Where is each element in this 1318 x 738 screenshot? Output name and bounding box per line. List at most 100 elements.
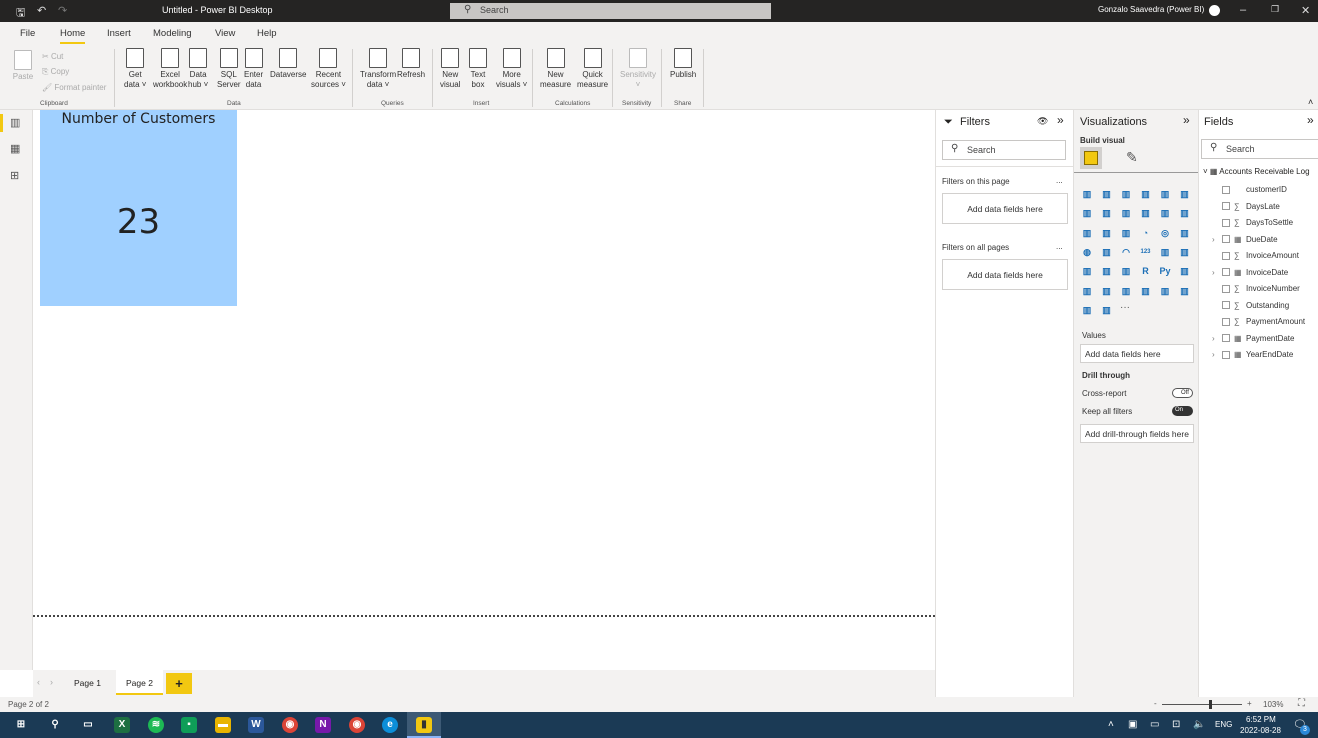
python-visual-visual-icon[interactable]: Py bbox=[1159, 265, 1171, 277]
filled-map-visual-icon[interactable]: ▥ bbox=[1101, 246, 1113, 258]
zoom-in-button[interactable]: + bbox=[1247, 699, 1252, 708]
zoom-slider[interactable] bbox=[1162, 704, 1242, 705]
word-icon[interactable]: W bbox=[248, 717, 264, 733]
chevron-right-icon[interactable]: › bbox=[1212, 348, 1222, 362]
r-visual-visual-icon[interactable]: R bbox=[1140, 265, 1152, 277]
volume-icon[interactable]: 🔈 bbox=[1193, 719, 1205, 730]
field-invoiceamount[interactable]: ∑ InvoiceAmount bbox=[1212, 249, 1299, 263]
menu-view[interactable]: View bbox=[215, 28, 235, 39]
chrome-icon[interactable]: ◉ bbox=[282, 717, 298, 733]
matrix-visual-icon[interactable]: ▥ bbox=[1120, 265, 1132, 277]
stacked-column-visual-icon[interactable]: ▥ bbox=[1101, 188, 1113, 200]
close-icon[interactable]: ✕ bbox=[1301, 4, 1310, 17]
menu-insert[interactable]: Insert bbox=[107, 28, 131, 39]
field-invoicenumber[interactable]: ∑ InvoiceNumber bbox=[1212, 282, 1300, 296]
text-box-button[interactable]: Text box bbox=[469, 48, 487, 90]
recent-button[interactable]: Recent sources ˅ bbox=[311, 48, 346, 90]
collapse-filters-icon[interactable]: » bbox=[1057, 113, 1064, 127]
quick-measure-button[interactable]: Quick measure bbox=[577, 48, 608, 90]
tray-app-icon[interactable]: ▣ bbox=[1128, 719, 1137, 730]
get-button[interactable]: Get data ˅ bbox=[124, 48, 146, 90]
decomposition-tree-visual-icon[interactable]: ▥ bbox=[1081, 285, 1093, 297]
menu-home[interactable]: Home bbox=[60, 28, 86, 44]
cut-button[interactable]: ✂ Cut bbox=[42, 52, 63, 62]
clock-time[interactable]: 6:52 PM bbox=[1246, 715, 1276, 724]
build-visual-tab[interactable] bbox=[1080, 147, 1102, 169]
paginated-visual-icon[interactable]: ▥ bbox=[1140, 285, 1152, 297]
page-tab-1[interactable]: Page 1 bbox=[64, 670, 111, 695]
shape-map-visual-icon[interactable]: ▥ bbox=[1101, 304, 1113, 316]
cross-report-toggle[interactable]: Off bbox=[1172, 388, 1193, 398]
field-paymentdate[interactable]: › ▦ PaymentDate bbox=[1212, 332, 1294, 346]
minimize-icon[interactable]: – bbox=[1240, 4, 1246, 16]
fields-search-input[interactable]: ⚲ Search bbox=[1201, 139, 1318, 159]
publish-button[interactable]: Publish bbox=[670, 48, 696, 80]
field-checkbox[interactable] bbox=[1222, 350, 1230, 359]
waterfall-visual-icon[interactable]: ▥ bbox=[1081, 227, 1093, 239]
clustered-column-visual-icon[interactable]: ▥ bbox=[1140, 188, 1152, 200]
key-influencers-visual-icon[interactable]: ▥ bbox=[1179, 265, 1191, 277]
redo-icon[interactable]: ↷ bbox=[58, 4, 67, 17]
chevron-right-icon[interactable]: › bbox=[1212, 233, 1222, 247]
report-view-icon[interactable]: ▥ bbox=[10, 118, 23, 129]
fit-to-page-icon[interactable]: ⛶ bbox=[1298, 698, 1305, 709]
undo-icon[interactable]: ↶ bbox=[37, 4, 46, 17]
excel-workbook-button[interactable]: Excel workbook bbox=[153, 48, 187, 90]
treemap-visual-icon[interactable]: ▥ bbox=[1179, 227, 1191, 239]
collapse-visualizations-icon[interactable]: » bbox=[1183, 113, 1190, 127]
scatter-visual-icon[interactable]: ▥ bbox=[1120, 227, 1132, 239]
new-measure-button[interactable]: New measure bbox=[540, 48, 571, 90]
page-tab-2[interactable]: Page 2 bbox=[116, 670, 163, 695]
qa-visual-icon[interactable]: ▥ bbox=[1101, 285, 1113, 297]
clustered-bar-visual-icon[interactable]: ▥ bbox=[1120, 188, 1132, 200]
power-apps-visual-icon[interactable]: ▥ bbox=[1159, 285, 1171, 297]
field-checkbox[interactable] bbox=[1222, 284, 1230, 293]
area-visual-icon[interactable]: ▥ bbox=[1101, 207, 1113, 219]
language-indicator[interactable]: ENG bbox=[1215, 720, 1232, 729]
sql-server-button[interactable]: SQL Server bbox=[217, 48, 241, 90]
collapse-ribbon-icon[interactable]: ˄ bbox=[1308, 97, 1313, 107]
field-paymentamount[interactable]: ∑ PaymentAmount bbox=[1212, 315, 1305, 329]
battery-icon[interactable]: ▭ bbox=[1150, 719, 1159, 730]
kpi-visual-icon[interactable]: ▥ bbox=[1179, 246, 1191, 258]
field-outstanding[interactable]: ∑ Outstanding bbox=[1212, 299, 1289, 313]
scroll-right-icon[interactable]: › bbox=[50, 677, 53, 687]
task-view-icon[interactable]: ▭ bbox=[80, 717, 96, 733]
slicer-visual-icon[interactable]: ▥ bbox=[1081, 265, 1093, 277]
stacked-area-visual-icon[interactable]: ▥ bbox=[1120, 207, 1132, 219]
chevron-right-icon[interactable]: › bbox=[1212, 332, 1222, 346]
power-automate-visual-icon[interactable]: ▥ bbox=[1179, 285, 1191, 297]
chevron-right-icon[interactable]: › bbox=[1212, 266, 1222, 280]
paste-button[interactable]: Paste bbox=[12, 50, 34, 82]
zoom-slider-thumb[interactable] bbox=[1209, 700, 1212, 709]
chat-icon[interactable]: ▪ bbox=[181, 717, 197, 733]
field-duedate[interactable]: › ▦ DueDate bbox=[1212, 233, 1278, 247]
copy-button[interactable]: ⎘ Copy bbox=[42, 67, 69, 77]
line-column-visual-icon[interactable]: ▥ bbox=[1140, 207, 1152, 219]
data-view-icon[interactable]: ▦ bbox=[10, 144, 23, 155]
model-view-icon[interactable]: ⊞ bbox=[10, 171, 23, 182]
field-checkbox[interactable] bbox=[1222, 235, 1230, 244]
more-options-icon[interactable]: ... bbox=[1056, 176, 1063, 185]
refresh-button[interactable]: Refresh bbox=[397, 48, 425, 80]
map-visual-icon[interactable]: ◍ bbox=[1081, 246, 1093, 258]
table-visual-icon[interactable]: ▥ bbox=[1101, 265, 1113, 277]
format-visual-icon[interactable]: ✎ bbox=[1126, 149, 1138, 166]
avatar[interactable] bbox=[1209, 5, 1220, 16]
card-visual[interactable]: Number of Customers 23 bbox=[40, 110, 237, 306]
spotify-icon[interactable]: ≋ bbox=[148, 717, 164, 733]
field-invoicedate[interactable]: › ▦ InvoiceDate bbox=[1212, 266, 1288, 280]
drill-through-well[interactable]: Add drill-through fields here bbox=[1080, 424, 1194, 443]
keep-all-filters-toggle[interactable]: On bbox=[1172, 406, 1193, 416]
filters-search-input[interactable]: ⚲ Search bbox=[942, 140, 1066, 160]
format-painter-button[interactable]: 🖌 Format painter bbox=[42, 83, 106, 93]
network-icon[interactable]: ⊡ bbox=[1172, 719, 1180, 730]
edge-icon[interactable]: e bbox=[382, 717, 398, 733]
donut-visual-icon[interactable]: ◎ bbox=[1159, 227, 1171, 239]
enter-data-button[interactable]: Enter data bbox=[244, 48, 263, 90]
more-button[interactable]: More visuals ˅ bbox=[496, 48, 527, 90]
multi-row-card-visual-icon[interactable]: ▥ bbox=[1159, 246, 1171, 258]
field-checkbox[interactable] bbox=[1222, 301, 1230, 310]
zoom-out-button[interactable]: - bbox=[1154, 699, 1157, 708]
field-checkbox[interactable] bbox=[1222, 268, 1230, 277]
